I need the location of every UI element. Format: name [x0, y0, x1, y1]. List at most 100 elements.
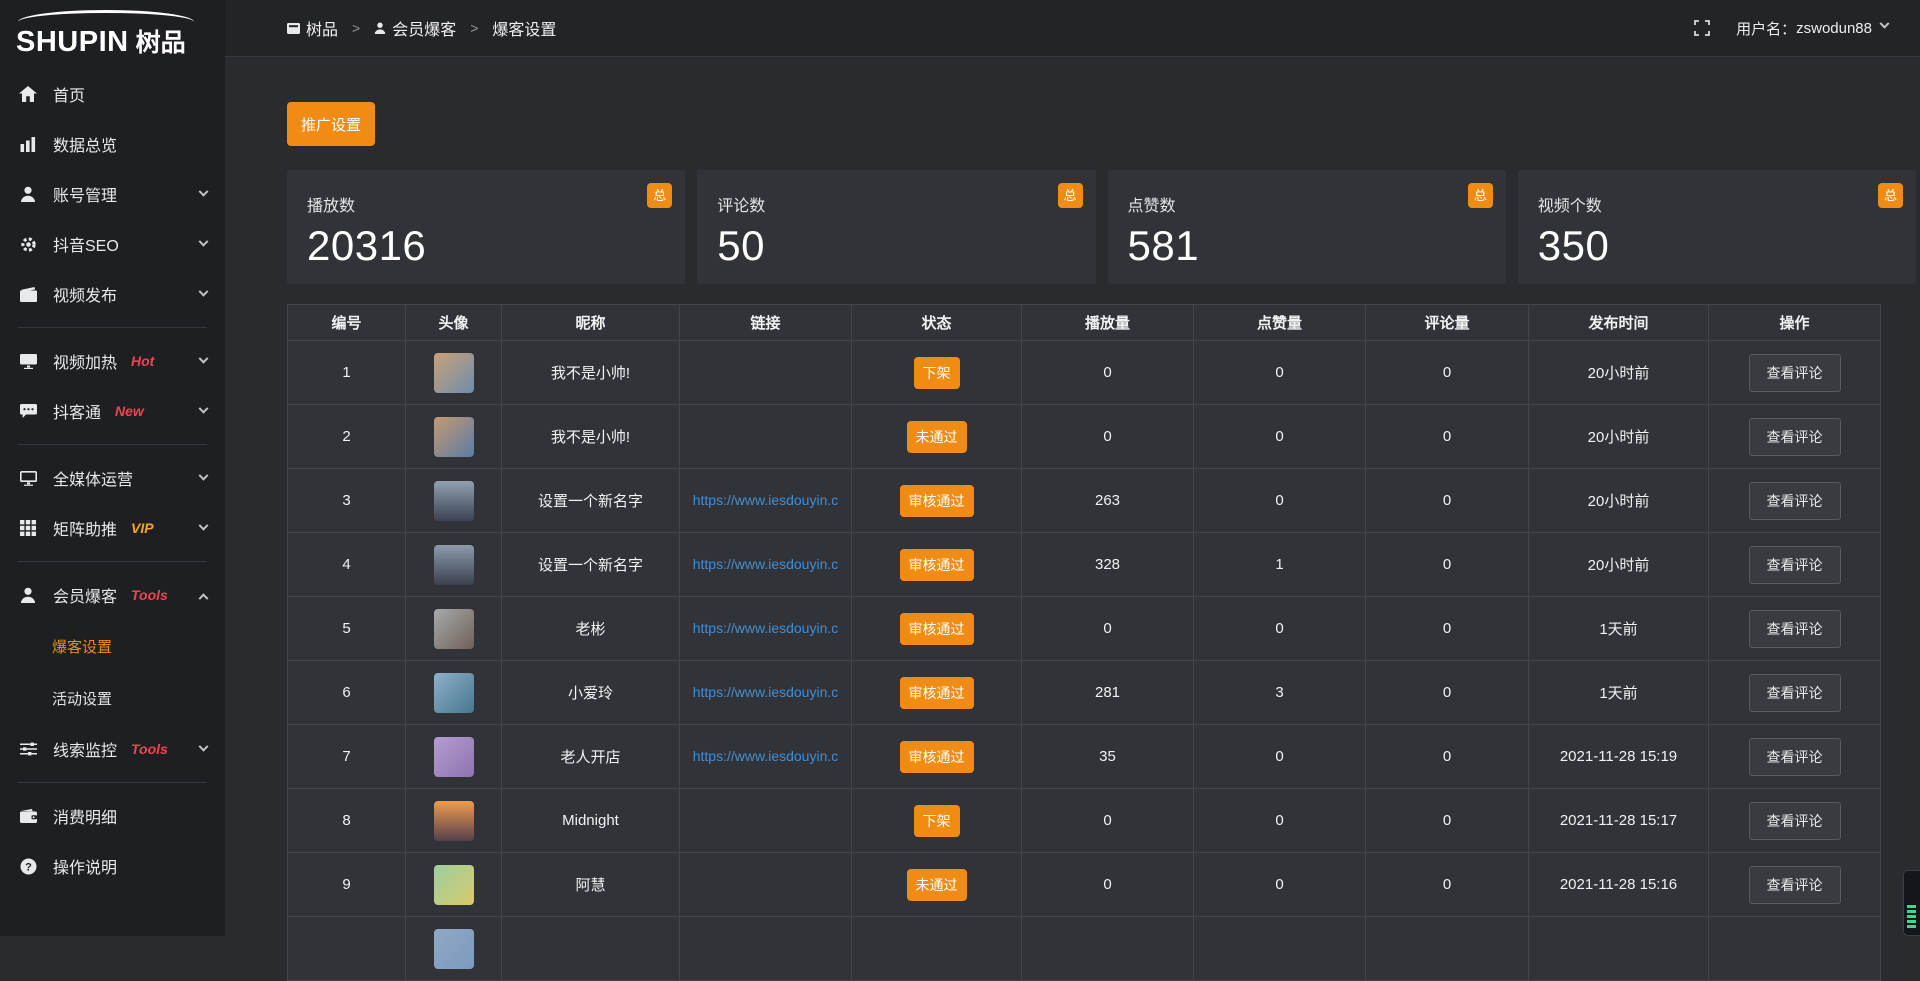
avatar [434, 417, 474, 457]
cell-plays: 0 [1022, 405, 1194, 469]
cell-id: 9 [288, 853, 406, 917]
username-label: 用户名： [1736, 18, 1796, 39]
cell-likes: 0 [1194, 405, 1366, 469]
main-content: 推广设置 播放数 20316 总 评论数 50 总 点赞数 581 总 视频个数 [287, 57, 1916, 981]
cell-action: 查看评论 [1709, 661, 1881, 725]
cell-avatar [406, 917, 502, 981]
cell-comments: 0 [1366, 405, 1529, 469]
cell-publish-time: 20小时前 [1529, 533, 1709, 597]
view-comments-button[interactable]: 查看评论 [1749, 738, 1841, 776]
view-comments-button[interactable]: 查看评论 [1749, 802, 1841, 840]
stat-label: 评论数 [717, 192, 1075, 216]
cell-id: 1 [288, 341, 406, 405]
table-row [288, 917, 1881, 981]
cell-nickname: 我不是小帅! [502, 341, 680, 405]
cell-status: 审核通过 [852, 725, 1022, 789]
video-link[interactable]: https://www.iesdouyin.c [693, 620, 839, 636]
promotion-settings-button[interactable]: 推广设置 [287, 102, 375, 146]
cell-action [1709, 917, 1881, 981]
table-column-header: 播放量 [1022, 305, 1194, 341]
view-comments-button[interactable]: 查看评论 [1749, 354, 1841, 392]
sidebar-item-home[interactable]: 首页 [0, 69, 225, 119]
view-comments-button[interactable]: 查看评论 [1749, 418, 1841, 456]
sidebar-subitem-activity-settings[interactable]: 活动设置 [0, 672, 225, 724]
sidebar-item-douketong[interactable]: 抖客通 New [0, 386, 225, 436]
tools-badge: Tools [131, 741, 168, 757]
stat-card: 评论数 50 总 [697, 170, 1095, 284]
cell-link: https://www.iesdouyin.c [680, 661, 852, 725]
fullscreen-icon[interactable] [1694, 20, 1710, 36]
grid-icon [18, 520, 38, 536]
chevron-down-icon [1880, 19, 1890, 29]
cell-status: 下架 [852, 341, 1022, 405]
logo-text-cn: 树品 [136, 23, 186, 59]
cell-comments: 0 [1366, 533, 1529, 597]
cell-plays [1022, 917, 1194, 981]
cell-nickname: 我不是小帅! [502, 405, 680, 469]
view-comments-button[interactable]: 查看评论 [1749, 610, 1841, 648]
cell-plays: 0 [1022, 853, 1194, 917]
videos-table: 编号 头像 昵称 链接 状态 播放量 点赞量 评论量 发布时间 [287, 304, 1881, 981]
cell-nickname: 小爱玲 [502, 661, 680, 725]
view-comments-button[interactable]: 查看评论 [1749, 546, 1841, 584]
sidebar-item-video-publish[interactable]: 视频发布 [0, 269, 225, 319]
user-menu[interactable]: 用户名： zswodun88 [1736, 18, 1888, 39]
cell-id: 7 [288, 725, 406, 789]
view-comments-button[interactable]: 查看评论 [1749, 866, 1841, 904]
table-column-header: 点赞量 [1194, 305, 1366, 341]
cell-status: 未通过 [852, 853, 1022, 917]
sidebar-item-consumption-details[interactable]: 消费明细 [0, 791, 225, 841]
sidebar-item-matrix-boost[interactable]: 矩阵助推 VIP [0, 503, 225, 553]
cell-id: 8 [288, 789, 406, 853]
chevron-down-icon [199, 186, 209, 196]
cell-publish-time: 2021-11-28 15:19 [1529, 725, 1709, 789]
app-logo: SHUPIN 树品 [0, 0, 225, 65]
table-column-header: 昵称 [502, 305, 680, 341]
cell-nickname: 老人开店 [502, 725, 680, 789]
view-comments-button[interactable]: 查看评论 [1749, 482, 1841, 520]
cell-action: 查看评论 [1709, 597, 1881, 661]
table-row: 7 老人开店 https://www.iesdouyin.c 审核通过 35 0… [288, 725, 1881, 789]
breadcrumb-section[interactable]: 会员爆客 [374, 16, 456, 40]
cell-status: 审核通过 [852, 597, 1022, 661]
cell-publish-time: 1天前 [1529, 597, 1709, 661]
stat-label: 点赞数 [1128, 192, 1486, 216]
cell-id: 2 [288, 405, 406, 469]
video-link[interactable]: https://www.iesdouyin.c [693, 492, 839, 508]
cell-avatar [406, 725, 502, 789]
chevron-down-icon [199, 236, 209, 246]
sidebar-item-member-baoke[interactable]: 会员爆客 Tools [0, 570, 225, 620]
new-badge: New [115, 403, 144, 419]
breadcrumb-home-label: 树品 [306, 16, 338, 40]
cell-publish-time: 20小时前 [1529, 469, 1709, 533]
sidebar-item-instructions[interactable]: ? 操作说明 [0, 841, 225, 891]
sidebar-item-all-media[interactable]: 全媒体运营 [0, 453, 225, 503]
cell-link: https://www.iesdouyin.c [680, 533, 852, 597]
cell-avatar [406, 533, 502, 597]
breadcrumb-separator: > [470, 20, 478, 36]
video-link[interactable]: https://www.iesdouyin.c [693, 684, 839, 700]
floating-widget[interactable] [1903, 870, 1920, 936]
sidebar-item-account-management[interactable]: 账号管理 [0, 169, 225, 219]
breadcrumb-current-page: 爆客设置 [492, 16, 556, 40]
cell-link [680, 341, 852, 405]
sidebar-subitem-baoke-settings[interactable]: 爆客设置 [0, 620, 225, 672]
stat-label: 视频个数 [1538, 192, 1896, 216]
sidebar-item-data-overview[interactable]: 数据总览 [0, 119, 225, 169]
table-column-header: 操作 [1709, 305, 1881, 341]
view-comments-button[interactable]: 查看评论 [1749, 674, 1841, 712]
video-link[interactable]: https://www.iesdouyin.c [693, 748, 839, 764]
cell-likes: 1 [1194, 533, 1366, 597]
video-link[interactable]: https://www.iesdouyin.c [693, 556, 839, 572]
stat-value: 20316 [307, 225, 665, 267]
avatar [434, 673, 474, 713]
total-badge: 总 [1878, 183, 1903, 208]
sidebar-item-douyin-seo[interactable]: 抖音SEO [0, 219, 225, 269]
cell-comments: 0 [1366, 341, 1529, 405]
cell-status: 未通过 [852, 405, 1022, 469]
sidebar-item-video-heat[interactable]: 视频加热 Hot [0, 336, 225, 386]
breadcrumb-home[interactable]: 树品 [287, 16, 338, 40]
status-badge: 审核通过 [900, 613, 974, 645]
avatar [434, 929, 474, 969]
sidebar-item-clue-monitor[interactable]: 线索监控 Tools [0, 724, 225, 774]
